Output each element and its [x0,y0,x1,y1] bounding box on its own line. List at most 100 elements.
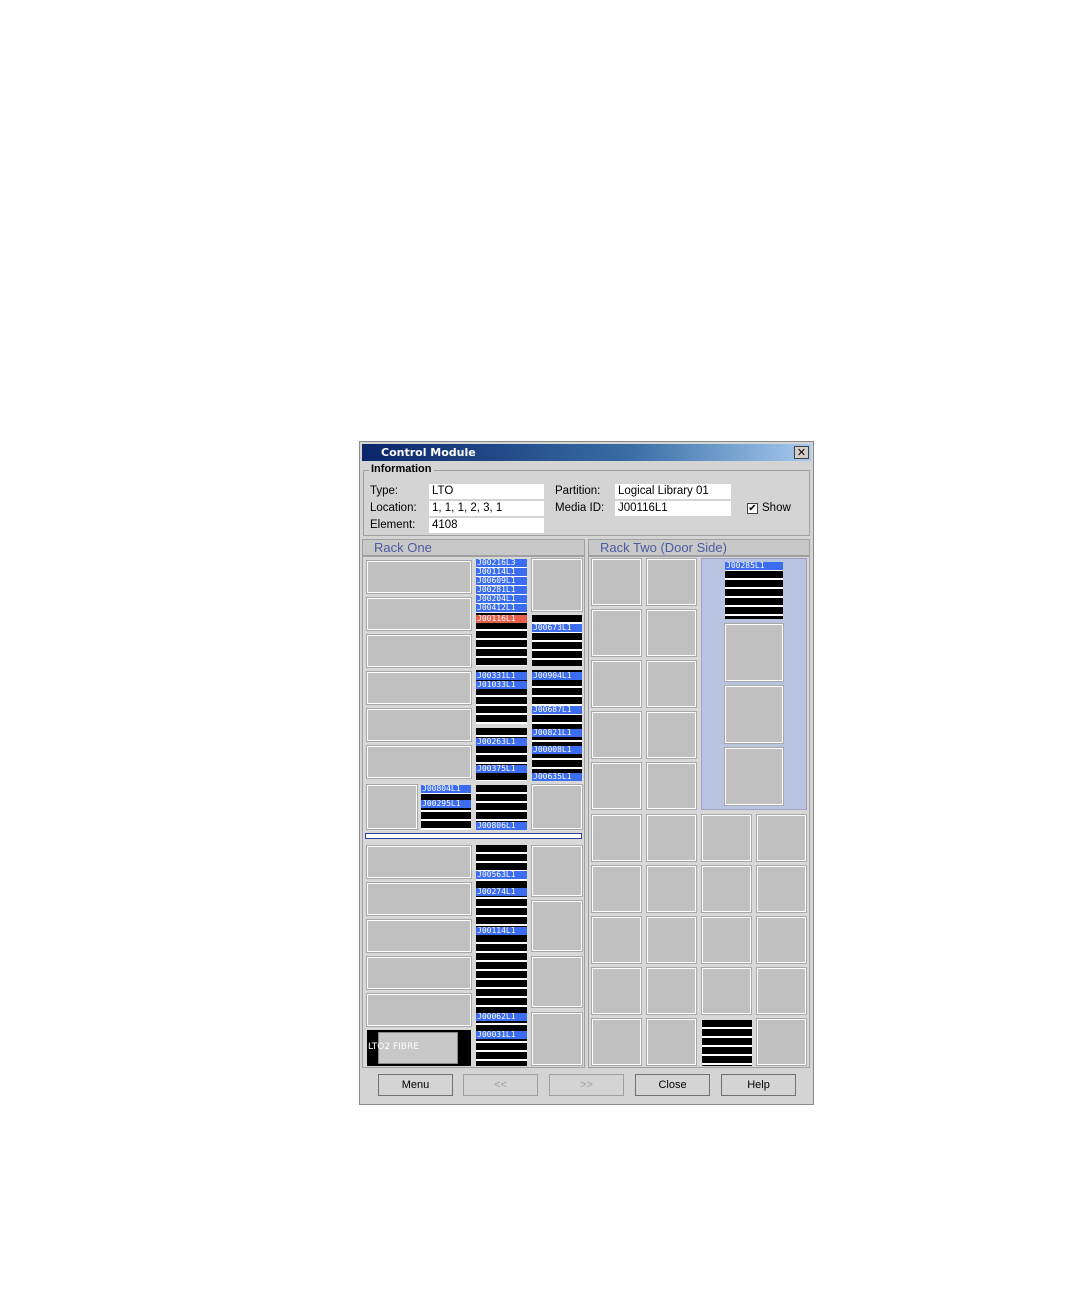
element-label: Element: [370,519,416,531]
tape-cartridge[interactable]: J00281L1 [476,586,527,594]
close-icon[interactable]: ✕ [794,446,809,459]
tape-cartridge[interactable]: J00008L1 [532,746,582,754]
tape-cartridge[interactable]: J00904L1 [532,672,582,680]
storage-slot[interactable] [366,597,472,631]
storage-slot[interactable] [756,916,807,964]
storage-slot[interactable] [646,814,697,862]
tape-cartridge[interactable]: J00635L1 [532,773,582,781]
storage-slot[interactable] [591,1018,642,1066]
storage-slot[interactable] [591,865,642,913]
storage-slot[interactable] [366,956,472,990]
tape-cartridge[interactable]: J00031L1 [476,1031,527,1039]
window-title: Control Module [381,446,476,459]
storage-slot[interactable] [724,747,784,806]
storage-slot[interactable] [366,560,472,594]
storage-slot[interactable] [591,762,642,810]
storage-slot[interactable] [366,708,472,742]
tape-cartridge[interactable]: J00806L1 [476,822,527,830]
magazine [532,615,582,666]
storage-slot[interactable] [591,711,642,759]
next-button[interactable]: >> [549,1074,624,1096]
tape-cartridge[interactable]: J00412L1 [476,604,527,612]
storage-slot[interactable] [531,1012,583,1066]
storage-slot[interactable] [756,967,807,1015]
storage-slot[interactable] [366,671,472,705]
storage-slot[interactable] [591,609,642,657]
tape-cartridge[interactable]: J00204L1 [476,595,527,603]
tape-cartridge[interactable]: J01033L1 [476,681,527,689]
selected-tape-cartridge[interactable]: J00116L1 [476,615,527,623]
tape-cartridge[interactable]: J00375L1 [476,765,527,773]
storage-slot[interactable] [701,916,752,964]
storage-slot[interactable] [646,762,697,810]
tape-cartridge[interactable]: J00609L1 [476,577,527,585]
storage-slot[interactable] [366,993,472,1027]
element-field: 4108 [429,518,544,533]
media-id-field: J00116L1 [615,501,731,516]
storage-slot[interactable] [366,845,472,879]
tape-cartridge[interactable]: J00274L1 [476,888,527,896]
storage-slot[interactable] [701,865,752,913]
storage-slot[interactable] [646,916,697,964]
magazine [725,562,783,619]
storage-slot[interactable] [646,660,697,708]
magazine [702,1020,752,1066]
storage-slot[interactable] [591,814,642,862]
storage-slot[interactable] [366,634,472,668]
tape-cartridge[interactable]: J00062L1 [476,1013,527,1021]
storage-slot[interactable] [756,1018,807,1066]
tape-cartridge[interactable]: J00114L1 [476,568,527,576]
show-checkbox[interactable]: ✔ [747,503,758,514]
storage-slot[interactable] [366,745,472,779]
show-label: Show [762,502,791,514]
storage-slot[interactable] [646,609,697,657]
previous-button[interactable]: << [463,1074,538,1096]
tape-cartridge[interactable]: J00331L1 [476,672,527,680]
partition-label: Partition: [555,485,601,497]
storage-slot[interactable] [701,814,752,862]
tape-drive[interactable]: LTO2 FIBRE [367,1030,471,1066]
storage-slot[interactable] [591,660,642,708]
tape-cartridge[interactable]: J00673L1 [532,624,582,632]
storage-slot[interactable] [531,784,583,830]
storage-slot[interactable] [531,956,583,1008]
tape-cartridge[interactable]: J00804L1 [421,785,471,793]
storage-slot[interactable] [591,967,642,1015]
storage-slot[interactable] [646,711,697,759]
tape-cartridge[interactable]: J00114L1 [476,927,527,935]
storage-slot[interactable] [366,919,472,953]
storage-slot[interactable] [366,882,472,916]
storage-slot[interactable] [756,814,807,862]
drive-label: LTO2 FIBRE [368,1042,419,1052]
storage-slot[interactable] [646,967,697,1015]
location-field: 1, 1, 1, 2, 3, 1 [429,501,544,516]
storage-slot[interactable] [591,916,642,964]
storage-slot[interactable] [646,865,697,913]
storage-slot[interactable] [724,623,784,682]
close-button[interactable]: Close [635,1074,710,1096]
menu-button[interactable]: Menu [378,1074,453,1096]
tape-cartridge[interactable]: J00295L1 [421,800,471,808]
tape-cartridge[interactable]: J00216L3 [476,559,527,567]
storage-slot[interactable] [756,865,807,913]
storage-slot[interactable] [724,685,784,744]
tape-cartridge[interactable]: J00285L1 [725,562,783,570]
storage-slot[interactable] [591,558,642,606]
storage-slot[interactable] [366,784,418,830]
location-label: Location: [370,502,417,514]
magazine [476,728,527,781]
tape-cartridge[interactable]: J00821L1 [532,729,582,737]
storage-slot[interactable] [646,558,697,606]
storage-slot[interactable] [646,1018,697,1066]
title-bar[interactable]: Control Module ✕ [362,444,811,461]
storage-slot[interactable] [531,845,583,897]
storage-slot[interactable] [531,558,583,612]
help-button[interactable]: Help [721,1074,796,1096]
storage-slot[interactable] [531,900,583,952]
tape-cartridge[interactable]: J00263L1 [476,738,527,746]
type-field: LTO [429,484,544,499]
tape-cartridge[interactable]: J00687L1 [532,706,582,714]
storage-slot[interactable] [701,967,752,1015]
tape-cartridge[interactable]: J00563L1 [476,871,527,879]
rack-two-header: Rack Two (Door Side) [588,539,810,556]
